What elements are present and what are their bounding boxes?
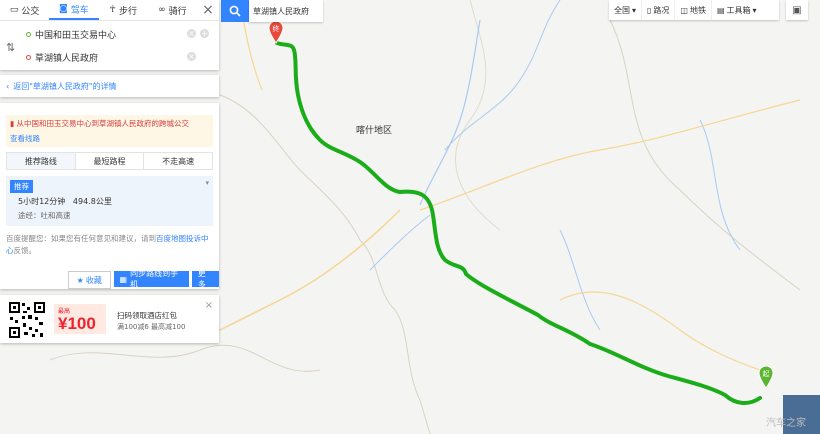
tab-bus-label: 公交 xyxy=(21,6,40,17)
toolbar-traffic[interactable]: ▯ 路况 xyxy=(642,0,676,20)
end-marker-label: 终 xyxy=(273,24,280,33)
tip-prefix: 百度提醒您：如果您有任何意见和建议，请到 xyxy=(6,234,156,243)
origin-value: 中国和田玉交易中心 xyxy=(35,30,117,41)
tip-suffix: 反馈。 xyxy=(13,246,37,255)
plan-via: 途经：吐和高速 xyxy=(18,211,71,220)
chevron-left-icon: ‹ xyxy=(6,81,10,91)
hotel-coupon-ad[interactable]: 最高 ¥100 扫码领取酒店红包 满100减6 最高减100 × xyxy=(0,295,219,343)
tab-recommended[interactable]: 推荐路线 xyxy=(7,153,76,169)
add-waypoint-icon[interactable]: + xyxy=(200,29,209,38)
toolbar-subway[interactable]: ◫ 地铁 xyxy=(675,0,712,20)
tab-shortest[interactable]: 最短路程 xyxy=(76,153,145,169)
message-icon: ▣ xyxy=(792,4,802,16)
favorite-button[interactable]: ★ 收藏 xyxy=(68,271,111,289)
chevron-down-icon: ▾ xyxy=(632,5,637,15)
map-destination-box[interactable]: 草湖镇人民政府 xyxy=(249,0,323,22)
clear-origin-icon[interactable]: × xyxy=(187,29,196,38)
toolbox-icon: ▤ xyxy=(716,5,725,15)
tab-walk-label: 步行 xyxy=(118,6,137,17)
search-icon xyxy=(229,5,241,17)
clear-destination-icon[interactable]: × xyxy=(187,52,196,61)
origin-dot-icon xyxy=(26,31,31,37)
toolbar-traffic-label: 路况 xyxy=(653,5,670,15)
tab-drive[interactable]: ◙ 驾车 xyxy=(49,0,99,20)
more-button[interactable]: 更多 xyxy=(191,269,219,289)
tab-no-highway[interactable]: 不走高速 xyxy=(144,153,212,169)
toolbar-toolbox[interactable]: ▤ 工具箱 ▾ xyxy=(712,0,762,20)
transport-mode-tabs: ▭ 公交 ◙ 驾车 ☥ 步行 ∞ 骑行 × xyxy=(0,0,219,21)
close-ad-icon[interactable]: × xyxy=(205,300,213,311)
swap-icon[interactable]: ⇅ xyxy=(6,41,15,54)
ad-title: 扫码领取酒店红包 xyxy=(117,311,177,320)
toolbar-city-select[interactable]: 全国 ▾ xyxy=(609,0,643,20)
view-route-link[interactable]: 查看线路 xyxy=(10,133,209,144)
route-result-panel: ▮ 从中国和田玉交易中心到草湖镇人民政府的跨城公交 查看线路 推荐路线 最短路程… xyxy=(0,103,219,289)
ad-subtitle: 满100减6 最高减100 xyxy=(117,323,186,331)
coupon-badge: 最高 ¥100 xyxy=(54,304,106,334)
route-strategy-tabs: 推荐路线 最短路程 不走高速 xyxy=(6,152,213,170)
back-link-label: 返回"草湖镇人民政府"的详情 xyxy=(13,81,117,91)
chevron-down-icon: ▾ xyxy=(752,5,757,15)
walk-icon: ☥ xyxy=(109,5,116,15)
region-label: 喀什地区 xyxy=(356,126,393,136)
origin-field[interactable]: 中国和田玉交易中心 xyxy=(26,26,186,42)
feedback-tip: 百度提醒您：如果您有任何意见和建议，请到百度地图投诉中心反馈。 xyxy=(6,233,213,257)
tab-bike[interactable]: ∞ 骑行 xyxy=(148,0,197,20)
qr-code-icon xyxy=(8,301,46,339)
coupon-amount: ¥100 xyxy=(58,314,96,333)
destination-value: 草湖镇人民政府 xyxy=(35,53,99,64)
start-marker-label: 起 xyxy=(763,370,770,378)
phone-icon: ▦ xyxy=(119,274,128,284)
plan-distance: 494.8公里 xyxy=(72,197,112,206)
route-inputs: ⇅ 中国和田玉交易中心 × + 草湖镇人民政府 × xyxy=(0,21,219,71)
route-actions: ★ 收藏 ▦ 同步路线到手机 更多 xyxy=(68,269,219,289)
subway-icon: ◫ xyxy=(680,5,688,15)
close-icon[interactable]: × xyxy=(197,2,219,18)
sync-to-phone-button[interactable]: ▦ 同步路线到手机 xyxy=(113,269,189,289)
destination-field[interactable]: 草湖镇人民政府 xyxy=(26,49,186,65)
message-button[interactable]: ▣ xyxy=(786,0,808,20)
start-marker-icon[interactable]: 起 xyxy=(757,365,775,389)
tab-walk[interactable]: ☥ 步行 xyxy=(99,0,148,20)
tab-drive-label: 驾车 xyxy=(70,5,89,16)
watermark: 汽车之家 xyxy=(766,418,806,429)
bus-icon: ▭ xyxy=(9,5,19,15)
back-to-details-link[interactable]: ‹ 返回"草湖镇人民政府"的详情 xyxy=(0,75,219,97)
intercity-bus-notice: ▮ 从中国和田玉交易中心到草湖镇人民政府的跨城公交 查看线路 xyxy=(6,115,213,147)
bus-icon: ▮ xyxy=(10,119,15,128)
chevron-down-icon[interactable]: ▾ xyxy=(205,179,209,187)
tab-bike-label: 骑行 xyxy=(168,6,187,17)
route-plan-card[interactable]: 推荐 ▾ 5小时12分钟 494.8公里 途经：吐和高速 xyxy=(6,176,213,226)
toolbar-city-label: 全国 xyxy=(614,5,630,15)
tab-bus[interactable]: ▭ 公交 xyxy=(0,0,49,20)
destination-dot-icon xyxy=(26,54,31,60)
traffic-light-icon: ▯ xyxy=(647,5,652,15)
toolbar-subway-label: 地铁 xyxy=(689,5,706,15)
notice-text: 从中国和田玉交易中心到草湖镇人民政府的跨城公交 xyxy=(16,119,190,128)
toolbar-toolbox-label: 工具箱 xyxy=(726,5,751,15)
end-marker-icon[interactable]: 终 xyxy=(267,20,285,44)
star-icon: ★ xyxy=(76,275,84,285)
car-icon: ◙ xyxy=(59,4,68,14)
sync-label: 同步路线到手机 xyxy=(130,269,179,289)
bike-icon: ∞ xyxy=(158,5,166,15)
route-panel: ▭ 公交 ◙ 驾车 ☥ 步行 ∞ 骑行 × ⇅ 中国和田玉交易中心 × + 草湖… xyxy=(0,0,219,70)
map-toolbar: 全国 ▾ ▯ 路况 ◫ 地铁 ▤ 工具箱 ▾ xyxy=(609,0,779,20)
plan-time: 5小时12分钟 xyxy=(18,197,66,206)
search-button[interactable] xyxy=(221,0,249,22)
favorite-label: 收藏 xyxy=(85,275,102,285)
plan-tag: 推荐 xyxy=(10,180,33,193)
